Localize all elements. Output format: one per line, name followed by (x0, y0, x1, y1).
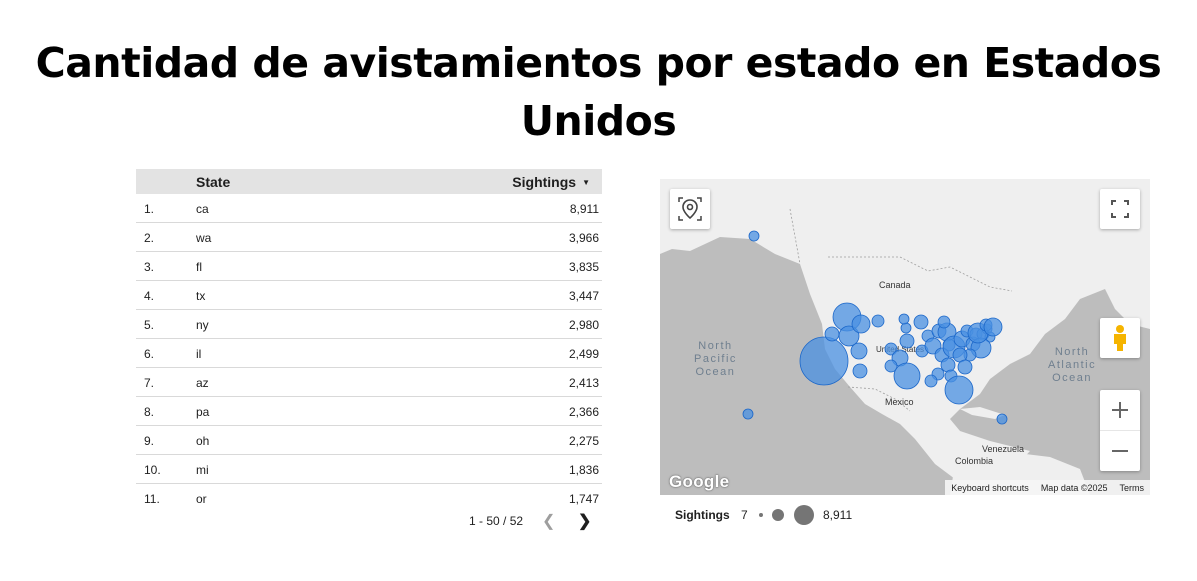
map-bubble[interactable] (799, 336, 849, 386)
row-sightings: 8,911 (569, 202, 599, 216)
row-sightings: 3,835 (568, 260, 599, 274)
chevron-left-icon[interactable]: ❮ (542, 511, 555, 531)
column-header-sightings-label: Sightings (512, 174, 577, 190)
row-index: 3. (144, 260, 155, 274)
row-index: 1. (144, 202, 155, 216)
map-bubble[interactable] (748, 230, 760, 242)
table-row[interactable]: 6. il 2,499 (136, 339, 602, 368)
row-state: fl (196, 260, 202, 274)
bubble-map[interactable]: Canada United States Mexico North Pacifi… (660, 179, 1150, 495)
legend-min-value: 7 (741, 508, 748, 522)
table-row[interactable]: 10. mi 1,836 (136, 455, 602, 484)
column-header-state[interactable]: State (196, 174, 230, 190)
row-sightings: 2,275 (568, 434, 599, 448)
row-state: oh (196, 434, 210, 448)
page-title: Cantidad de avistamientos por estado en … (35, 39, 1162, 145)
map-bubble[interactable] (893, 362, 921, 390)
map-bubble[interactable] (957, 359, 973, 375)
map-bubble[interactable] (913, 314, 929, 330)
map-bubble[interactable] (898, 313, 910, 325)
sort-descending-icon[interactable]: ▼ (582, 178, 590, 187)
table-row[interactable]: 5. ny 2,980 (136, 310, 602, 339)
legend-dot-small (759, 513, 763, 517)
row-sightings: 2,980 (568, 318, 599, 332)
street-view-button[interactable] (1100, 318, 1140, 358)
row-index: 2. (144, 231, 155, 245)
terms-link[interactable]: Terms (1114, 483, 1151, 493)
pegman-icon (1114, 325, 1126, 351)
row-state: ca (196, 202, 209, 216)
map-bubble[interactable] (850, 342, 868, 360)
zoom-control (1100, 390, 1140, 471)
map-bubble[interactable] (851, 314, 871, 334)
row-state: az (196, 376, 209, 390)
zoom-in-icon (1112, 402, 1128, 418)
map-data-label: Map data ©2025 (1040, 482, 1108, 493)
map-bubble[interactable] (742, 408, 754, 420)
row-state: or (196, 492, 207, 506)
table-row[interactable]: 3. fl 3,835 (136, 252, 602, 281)
row-sightings: 1,836 (568, 463, 599, 477)
zoom-out-button[interactable] (1100, 431, 1140, 471)
location-pin-icon (678, 197, 702, 221)
row-sightings: 3,966 (568, 231, 599, 245)
table-row[interactable]: 9. oh 2,275 (136, 426, 602, 455)
chevron-right-icon[interactable]: ❯ (578, 511, 591, 531)
row-state: mi (196, 463, 209, 477)
sightings-table: State Sightings ▼ 1. ca 8,911 2. wa 3,966 3. fl 3… (136, 169, 602, 513)
zoom-out-icon (1112, 450, 1128, 452)
row-sightings: 2,499 (568, 347, 599, 361)
zoom-in-button[interactable] (1100, 390, 1140, 431)
row-sightings: 1,747 (568, 492, 599, 506)
table-row[interactable]: 1. ca 8,911 (136, 194, 602, 223)
row-sightings: 3,447 (568, 289, 599, 303)
legend-dot-large (794, 505, 814, 525)
map-bubble[interactable] (924, 374, 938, 388)
legend-dot-medium (772, 509, 784, 521)
row-sightings: 2,366 (568, 405, 599, 419)
row-state: il (196, 347, 202, 361)
legend-max-value: 8,911 (823, 508, 853, 522)
map-bubble[interactable] (900, 322, 912, 334)
table-row[interactable]: 2. wa 3,966 (136, 223, 602, 252)
row-state: ny (196, 318, 209, 332)
row-sightings: 2,413 (568, 376, 599, 390)
column-header-sightings[interactable]: Sightings ▼ (512, 174, 590, 190)
pagination: 1 - 50 / 52 ❮ ❯ (136, 508, 602, 534)
row-index: 7. (144, 376, 155, 390)
map-bubble[interactable] (996, 413, 1008, 425)
keyboard-shortcuts-link[interactable]: Keyboard shortcuts (945, 483, 1035, 493)
row-index: 4. (144, 289, 155, 303)
map-bubble[interactable] (871, 314, 885, 328)
row-index: 5. (144, 318, 155, 332)
fullscreen-icon (1111, 200, 1129, 218)
legend-label: Sightings (675, 508, 730, 522)
bubble-layer (742, 230, 1008, 425)
table-row[interactable]: 4. tx 3,447 (136, 281, 602, 310)
map-bubble[interactable] (944, 375, 974, 405)
row-index: 8. (144, 405, 155, 419)
row-index: 10. (144, 463, 161, 477)
map-bubble[interactable] (983, 317, 1003, 337)
table-header: State Sightings ▼ (136, 169, 602, 194)
table-row[interactable]: 7. az 2,413 (136, 368, 602, 397)
row-state: wa (196, 231, 212, 245)
row-index: 9. (144, 434, 155, 448)
map-bubble[interactable] (899, 333, 915, 349)
google-logo: Google (669, 472, 730, 491)
map-attribution: Keyboard shortcuts Map data ©2025 Terms (945, 480, 1150, 495)
map-bubble[interactable] (852, 363, 868, 379)
map-bubble[interactable] (824, 326, 840, 342)
pagination-range: 1 - 50 / 52 (469, 514, 524, 528)
fullscreen-button[interactable] (1100, 189, 1140, 229)
row-index: 11. (144, 492, 160, 506)
row-state: tx (196, 289, 206, 303)
map-bubble[interactable] (937, 315, 951, 329)
row-state: pa (196, 405, 210, 419)
row-index: 6. (144, 347, 155, 361)
location-pin-button[interactable] (670, 189, 710, 229)
table-row[interactable]: 8. pa 2,366 (136, 397, 602, 426)
